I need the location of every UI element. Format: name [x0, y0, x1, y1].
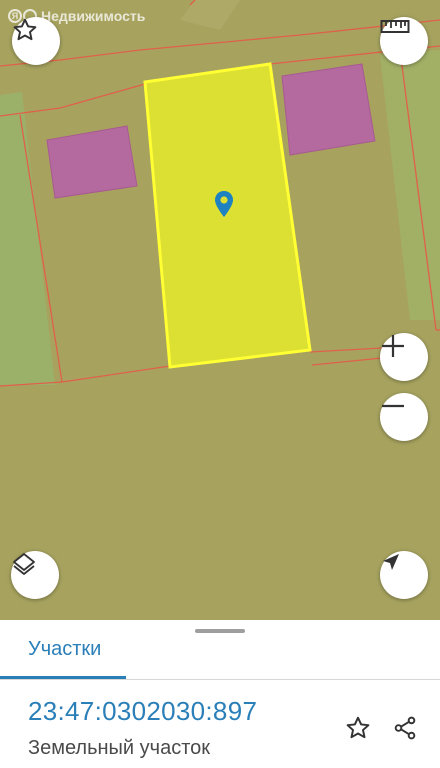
minus-icon	[382, 404, 404, 408]
bottom-sheet: Участки 23:47:0302030:897 Земельный учас…	[0, 620, 440, 768]
star-outline-icon	[346, 716, 370, 739]
favorite-map-button[interactable]	[12, 17, 60, 65]
zoom-out-button[interactable]	[380, 393, 428, 441]
zoom-in-button[interactable]	[380, 333, 428, 381]
navigation-arrow-icon	[383, 554, 399, 570]
share-icon	[394, 716, 416, 740]
divider	[0, 679, 440, 680]
ruler-button[interactable]	[380, 17, 428, 65]
locate-me-button[interactable]	[380, 551, 428, 599]
property-type: Земельный участок	[28, 737, 211, 759]
map-canvas[interactable]	[0, 0, 440, 620]
building	[281, 63, 376, 156]
map-view[interactable]: Я Недвижимость	[0, 0, 440, 620]
sheet-drag-handle[interactable]	[195, 629, 245, 633]
share-button[interactable]	[389, 712, 421, 744]
layers-icon	[13, 553, 35, 575]
ruler-icon	[380, 20, 410, 33]
brand-label: Недвижимость	[41, 8, 146, 24]
cadastral-number[interactable]: 23:47:0302030:897	[28, 696, 257, 727]
tab-parcels[interactable]: Участки	[28, 638, 101, 661]
favorite-button[interactable]	[342, 712, 374, 744]
layers-button[interactable]	[11, 551, 59, 599]
star-outline-icon	[13, 18, 37, 41]
plus-icon	[382, 335, 404, 357]
